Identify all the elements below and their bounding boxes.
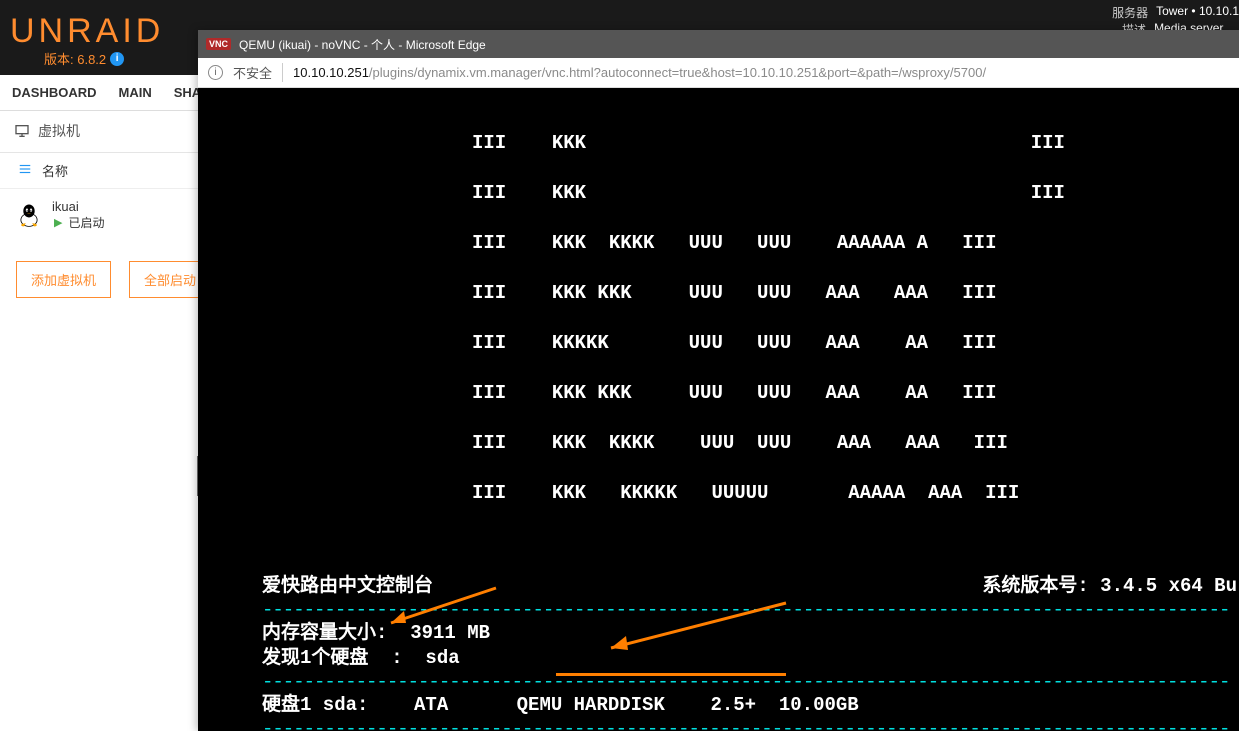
url-host: 10.10.10.251 — [293, 65, 369, 80]
server-label: 服务器 — [1112, 4, 1148, 21]
nav-dashboard[interactable]: DASHBOARD — [12, 85, 97, 100]
url-text: 10.10.10.251/plugins/dynamix.vm.manager/… — [293, 65, 986, 80]
security-status: 不安全 — [233, 63, 283, 82]
nav-main[interactable]: MAIN — [119, 85, 152, 100]
play-icon: ▶ — [54, 216, 62, 229]
info-icon[interactable]: i — [110, 52, 124, 66]
edge-title-text: QEMU (ikuai) - noVNC - 个人 - Microsoft Ed… — [239, 36, 486, 53]
annotation-underline — [556, 673, 786, 676]
vnc-icon: VNC — [206, 38, 231, 50]
ascii-logo: III KKK III III KKK III III KKK KKKK UUU… — [262, 106, 1239, 556]
version-text: 版本: 6.8.2 — [44, 49, 106, 68]
vm-status: 已启动 — [68, 214, 104, 231]
col-name[interactable]: 名称 — [42, 161, 68, 180]
mem-line: 内存容量大小: 3911 MB — [262, 621, 1239, 646]
edge-window: VNC QEMU (ikuai) - noVNC - 个人 - Microsof… — [198, 30, 1239, 731]
disk-info-line: 硬盘1 sda: ATA QEMU HARDDISK 2.5+ 10.00GB — [262, 693, 1239, 718]
linux-icon — [16, 202, 42, 228]
edge-titlebar[interactable]: VNC QEMU (ikuai) - noVNC - 个人 - Microsof… — [198, 30, 1239, 58]
monitor-icon — [14, 123, 30, 139]
console-version: 系统版本号: 3.4.5 x64 Bu — [982, 574, 1239, 599]
list-icon — [18, 162, 32, 179]
tab-virtual-machines[interactable]: 虚拟机 — [14, 111, 80, 152]
edge-addressbar[interactable]: i 不安全 10.10.10.251/plugins/dynamix.vm.ma… — [198, 58, 1239, 88]
add-vm-button[interactable]: 添加虚拟机 — [16, 261, 111, 298]
divider: ----------------------------------------… — [262, 599, 1239, 621]
url-path: /plugins/dynamix.vm.manager/vnc.html?aut… — [369, 65, 986, 80]
console-title: 爱快路由中文控制台 — [262, 574, 433, 599]
divider: ----------------------------------------… — [262, 718, 1239, 731]
server-value: Tower • 10.10.1 — [1156, 4, 1239, 21]
vm-name: ikuai — [52, 199, 104, 214]
disk-found-line: 发现1个硬盘 : sda — [262, 646, 1239, 671]
vnc-console[interactable]: III KKK III III KKK III III KKK KKKK UUU… — [198, 88, 1239, 731]
security-icon[interactable]: i — [208, 65, 223, 80]
tab-vm-label: 虚拟机 — [38, 121, 80, 141]
